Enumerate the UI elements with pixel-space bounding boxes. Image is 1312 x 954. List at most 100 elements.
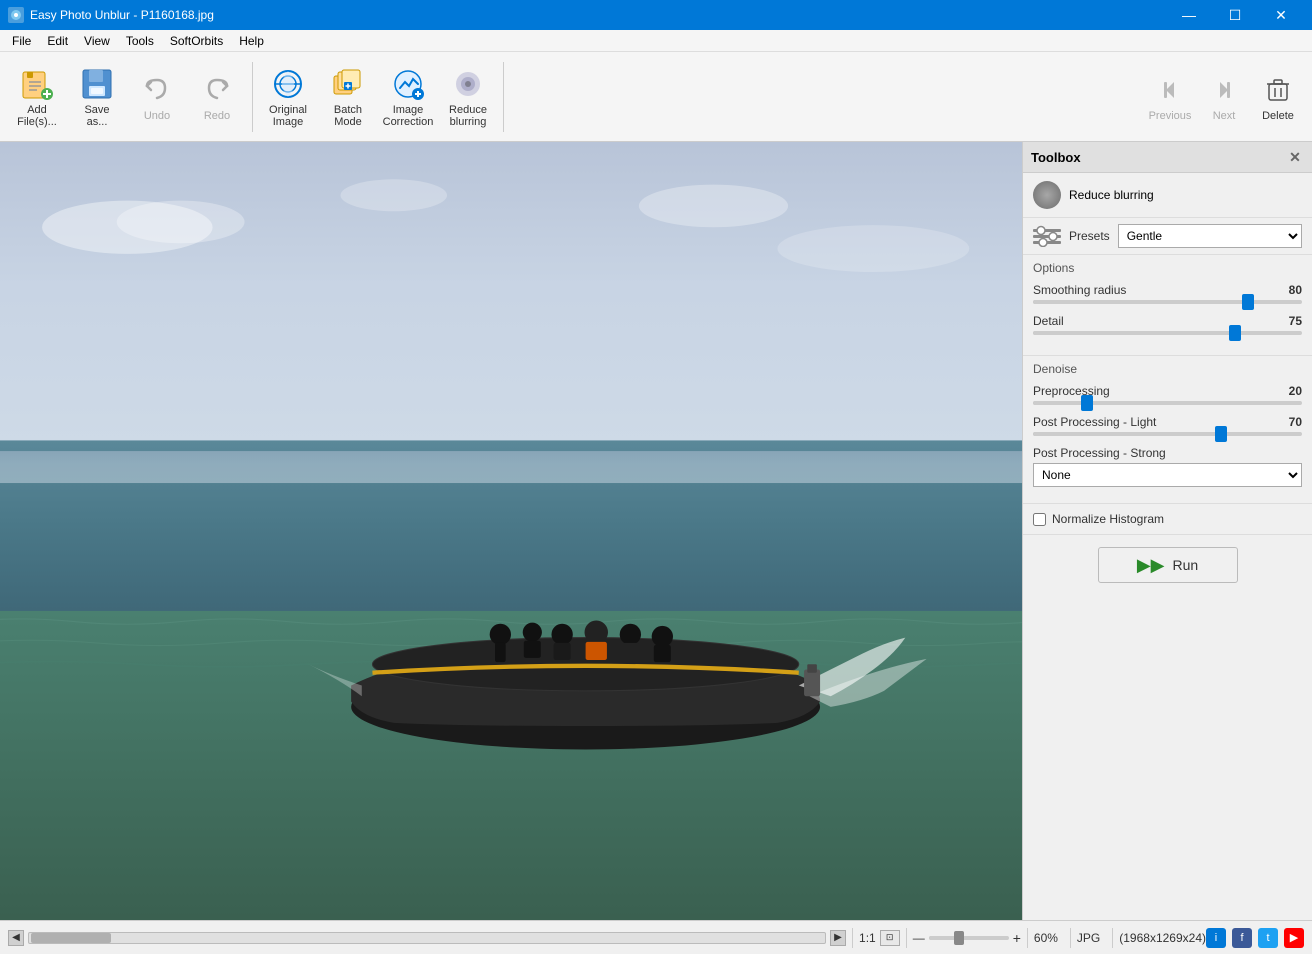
save-as-label: Saveas... (84, 104, 109, 128)
image-correction-button[interactable]: ImageCorrection (379, 57, 437, 137)
delete-icon (1260, 72, 1296, 108)
maximize-button[interactable]: ☐ (1212, 0, 1258, 30)
toolbar-nav: Previous Next Delete (1144, 57, 1304, 137)
info-icon[interactable]: i (1206, 928, 1226, 948)
reduce-blurring-section: Reduce blurring (1023, 173, 1312, 218)
menu-edit[interactable]: Edit (39, 32, 76, 50)
normalize-histogram-label[interactable]: Normalize Histogram (1052, 512, 1164, 526)
main-area: Toolbox ✕ Reduce blurring Presets (0, 142, 1312, 920)
youtube-icon[interactable]: ▶ (1284, 928, 1304, 948)
image-area[interactable] (0, 142, 1022, 920)
original-image-label: OriginalImage (269, 104, 307, 128)
reduce-blurring-icon (450, 66, 486, 102)
normalize-histogram-checkbox[interactable] (1033, 513, 1046, 526)
zoom-out-icon[interactable]: — (913, 931, 925, 945)
status-sep-1 (852, 928, 853, 948)
original-image-icon (270, 66, 306, 102)
options-section: Options Smoothing radius 80 Detail 75 (1023, 255, 1312, 356)
run-icon: ▶▶ (1137, 555, 1165, 576)
close-button[interactable]: ✕ (1258, 0, 1304, 30)
post-processing-strong-select[interactable]: None Light Medium Strong (1033, 463, 1302, 487)
minimize-button[interactable]: — (1166, 0, 1212, 30)
add-files-icon (19, 66, 55, 102)
denoise-title: Denoise (1033, 362, 1302, 376)
toolbox-title: Toolbox (1031, 150, 1081, 165)
presets-label: Presets (1069, 229, 1110, 243)
post-processing-light-slider[interactable] (1033, 432, 1302, 436)
redo-icon (199, 72, 235, 108)
delete-button[interactable]: Delete (1252, 58, 1304, 136)
scroll-left-button[interactable]: ◀ (8, 930, 24, 946)
toolbox-header: Toolbox ✕ (1023, 142, 1312, 173)
image-correction-icon (390, 66, 426, 102)
zoom-slider[interactable] (929, 936, 1009, 940)
presets-icon (1033, 225, 1061, 247)
horizontal-scrollbar[interactable] (28, 932, 826, 944)
toolbox-panel: Toolbox ✕ Reduce blurring Presets (1022, 142, 1312, 920)
menu-help[interactable]: Help (231, 32, 272, 50)
menu-tools[interactable]: Tools (118, 32, 162, 50)
save-as-button[interactable]: Saveas... (68, 57, 126, 137)
zoom-in-icon[interactable]: + (1013, 930, 1021, 946)
window-controls: — ☐ ✕ (1166, 0, 1304, 30)
run-label: Run (1173, 557, 1199, 573)
next-label: Next (1213, 110, 1236, 122)
undo-button[interactable]: Undo (128, 57, 186, 137)
status-sep-3 (1027, 928, 1028, 948)
add-files-label: AddFile(s)... (17, 104, 57, 128)
title-bar: Easy Photo Unblur - P1160168.jpg — ☐ ✕ (0, 0, 1312, 30)
next-icon (1206, 72, 1242, 108)
next-button[interactable]: Next (1198, 58, 1250, 136)
preprocessing-slider[interactable] (1033, 401, 1302, 405)
original-image-button[interactable]: OriginalImage (259, 57, 317, 137)
twitter-icon[interactable]: t (1258, 928, 1278, 948)
run-button[interactable]: ▶▶ Run (1098, 547, 1238, 583)
normalize-histogram-row: Normalize Histogram (1023, 504, 1312, 535)
detail-label: Detail (1033, 314, 1064, 328)
smoothing-radius-value: 80 (1289, 283, 1302, 297)
scroll-right-button[interactable]: ▶ (830, 930, 846, 946)
status-bar: ◀ ▶ 1:1 ⊡ — + 60% JPG (1968x1269x24) i f… (0, 920, 1312, 954)
detail-slider[interactable] (1033, 331, 1302, 335)
batch-mode-icon (330, 66, 366, 102)
delete-label: Delete (1262, 110, 1294, 122)
reduce-blurring-button[interactable]: Reduceblurring (439, 57, 497, 137)
previous-button[interactable]: Previous (1144, 58, 1196, 136)
image-canvas (0, 142, 1022, 920)
zoom-percent: 60% (1034, 931, 1058, 945)
presets-select[interactable]: Gentle Medium Strong Custom (1118, 224, 1302, 248)
image-format: JPG (1077, 931, 1100, 945)
run-section: ▶▶ Run (1023, 535, 1312, 595)
undo-label: Undo (144, 110, 170, 122)
toolbox-close-button[interactable]: ✕ (1286, 148, 1304, 166)
preprocessing-label: Preprocessing (1033, 384, 1110, 398)
menu-file[interactable]: File (4, 32, 39, 50)
toolbar: AddFile(s)... Saveas... Undo (0, 52, 1312, 142)
fit-view-button[interactable]: ⊡ (880, 930, 900, 946)
status-social-icons: i f t ▶ (1206, 928, 1304, 948)
redo-label: Redo (204, 110, 230, 122)
redo-button[interactable]: Redo (188, 57, 246, 137)
zoom-ratio: 1:1 (859, 931, 876, 945)
facebook-icon[interactable]: f (1232, 928, 1252, 948)
toolbar-sep-1 (252, 62, 253, 132)
post-processing-light-row: Post Processing - Light 70 (1033, 415, 1302, 436)
batch-mode-label: BatchMode (334, 104, 362, 128)
menu-softorbits[interactable]: SoftOrbits (162, 32, 231, 50)
menu-view[interactable]: View (76, 32, 118, 50)
reduce-blurring-label: Reduce blurring (1069, 188, 1154, 202)
title-bar-left: Easy Photo Unblur - P1160168.jpg (8, 7, 214, 23)
post-processing-strong-label: Post Processing - Strong (1033, 446, 1302, 460)
reduce-blurring-label: Reduceblurring (449, 104, 487, 128)
detail-row: Detail 75 (1033, 314, 1302, 335)
batch-mode-button[interactable]: BatchMode (319, 57, 377, 137)
smoothing-radius-slider[interactable] (1033, 300, 1302, 304)
options-title: Options (1033, 261, 1302, 275)
save-as-icon (79, 66, 115, 102)
previous-icon (1152, 72, 1188, 108)
denoise-section: Denoise Preprocessing 20 Post Processing… (1023, 356, 1312, 504)
zoom-slider-group: — + (913, 930, 1021, 946)
add-files-button[interactable]: AddFile(s)... (8, 57, 66, 137)
previous-label: Previous (1149, 110, 1192, 122)
preprocessing-row: Preprocessing 20 (1033, 384, 1302, 405)
